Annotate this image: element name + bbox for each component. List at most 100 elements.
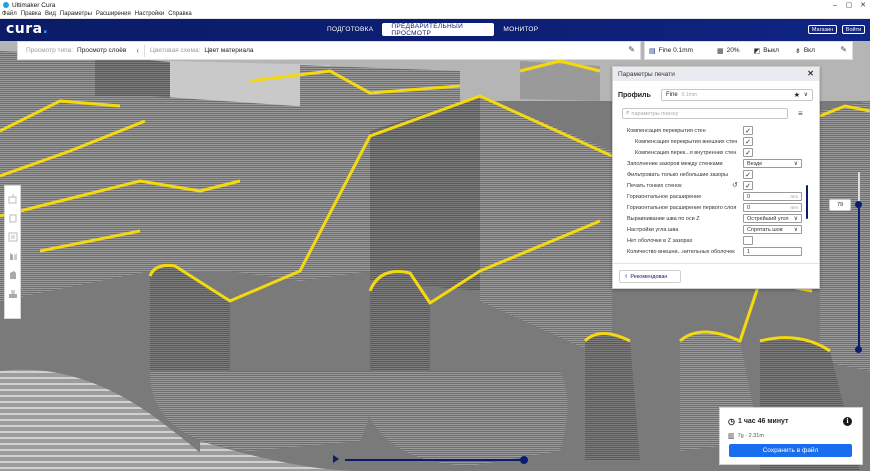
panel-title: Параметры печати xyxy=(618,70,675,78)
setting-number-input[interactable]: 0 mm xyxy=(743,192,802,201)
close-icon[interactable]: ✕ xyxy=(807,69,814,78)
settings-scrollbar[interactable] xyxy=(806,185,808,219)
setting-label: Компенсация перекрытия внешних стен xyxy=(635,138,738,145)
scale-tool-icon[interactable] xyxy=(6,211,19,224)
setting-row: Нет оболочки в Z зазорах xyxy=(613,235,803,246)
mirror-tool-icon[interactable] xyxy=(6,249,19,262)
setting-row: Заполнение зазоров между стенками Везде ∨ xyxy=(613,158,803,169)
rotate-tool-icon[interactable] xyxy=(6,230,19,243)
setting-checkbox[interactable]: ✓ xyxy=(743,170,753,179)
profile-dropdown[interactable]: Fine 0.1mm ★ ∨ xyxy=(661,89,813,101)
menu-settings[interactable]: Параметры xyxy=(60,11,92,17)
setting-number-input[interactable]: 0 mm xyxy=(743,203,802,212)
setting-row: Печать тонких стенок ↺ ✓ xyxy=(613,180,803,191)
marketplace-button[interactable]: Магазин xyxy=(808,25,837,34)
infill-value: 20% xyxy=(726,47,740,54)
tab-prepare[interactable]: ПОДГОТОВКА xyxy=(318,23,382,36)
setting-label: Горизонтальное расширение первого слоя xyxy=(627,204,737,211)
setting-checkbox[interactable]: ✓ xyxy=(743,137,753,146)
info-icon[interactable]: i xyxy=(843,417,852,426)
window-title: Ultimaker Cura xyxy=(12,1,56,9)
menu-icon[interactable]: ≡ xyxy=(798,109,803,118)
setting-checkbox[interactable] xyxy=(743,236,753,245)
save-to-file-button[interactable]: Сохранить в файл xyxy=(729,444,852,457)
support-icon: ◩ xyxy=(753,47,761,55)
support-blocker-icon[interactable] xyxy=(6,287,19,300)
chevron-down-icon: ∨ xyxy=(803,92,808,98)
profile-label: Профиль xyxy=(618,91,651,99)
layer-slider-range xyxy=(858,205,860,350)
chevron-down-icon: ∨ xyxy=(793,227,798,233)
chevron-left-icon[interactable]: ‹ xyxy=(136,46,139,55)
setting-row: Горизонтальное расширение 0 mm xyxy=(613,191,803,202)
setting-row: Компенсация перек...я внутренних стен ✓ xyxy=(613,147,803,158)
layer-number-input[interactable]: 79 xyxy=(829,199,851,211)
menu-help[interactable]: Справка xyxy=(168,11,192,17)
setting-unit: mm xyxy=(790,194,799,199)
divider xyxy=(144,44,146,57)
print-time: ◷ 1 час 46 минут xyxy=(728,417,788,426)
pencil-icon[interactable]: ✎ xyxy=(628,45,635,54)
menu-file[interactable]: Файл xyxy=(2,11,17,17)
signin-button[interactable]: Войти xyxy=(842,25,865,34)
view-type-label: Просмотр типа: xyxy=(26,47,74,54)
setting-label: Выравнивание шва по оси Z xyxy=(627,215,700,222)
setting-label: Компенсация перекрытия стен xyxy=(627,127,706,134)
menu-bar: Файл Правка Вид Параметры Расширения Нас… xyxy=(0,10,870,19)
path-slider-handle[interactable] xyxy=(520,456,528,464)
cura-app-icon xyxy=(3,2,9,8)
path-slider-track[interactable] xyxy=(345,459,525,461)
setting-checkbox[interactable]: ✓ xyxy=(743,181,753,190)
tab-monitor[interactable]: МОНИТОР xyxy=(494,23,547,36)
profile-row: Профиль Fine 0.1mm ★ ∨ xyxy=(618,89,814,101)
setting-row: Количество внешни...нительных оболочек 1 xyxy=(613,246,803,257)
setting-row: Фильтровать только небольшие зазоры ✓ xyxy=(613,169,803,180)
setting-dropdown-value: Спрятать шов xyxy=(747,226,783,233)
material-usage: ▥ 7g · 2.31m xyxy=(728,432,764,440)
layer-slider-upper-handle[interactable] xyxy=(855,201,862,208)
support-value: Выкл xyxy=(763,47,779,54)
setting-label: Фильтровать только небольшие зазоры xyxy=(627,171,729,178)
setting-row: Компенсация перекрытия стен ✓ xyxy=(613,125,803,136)
chevron-down-icon: ∨ xyxy=(793,161,798,167)
play-icon[interactable] xyxy=(333,455,339,463)
quality-icon: ▤ xyxy=(649,47,656,55)
settings-search-input[interactable]: ⌕ параметры поиску xyxy=(622,108,788,119)
setting-number-input[interactable]: 1 xyxy=(743,247,802,256)
star-icon[interactable]: ★ xyxy=(794,91,800,99)
search-icon: ⌕ xyxy=(626,110,630,116)
reset-icon[interactable]: ↺ xyxy=(732,181,738,189)
minimize-button[interactable]: – xyxy=(828,0,842,10)
material-value: 7g · 2.31m xyxy=(737,433,764,439)
menu-preferences[interactable]: Настройки xyxy=(135,11,164,17)
window-titlebar: Ultimaker Cura – ▢ ✕ xyxy=(0,0,870,10)
setting-checkbox[interactable]: ✓ xyxy=(743,126,753,135)
setting-label: Количество внешни...нительных оболочек xyxy=(627,248,735,255)
setting-dropdown-value: Острейший угол xyxy=(747,215,789,222)
menu-extensions[interactable]: Расширения xyxy=(96,11,131,17)
setting-dropdown[interactable]: Острейший угол ∨ xyxy=(743,214,802,223)
setting-dropdown[interactable]: Везде ∨ xyxy=(743,159,802,168)
settings-list: Компенсация перекрытия стен ✓ Компенсаци… xyxy=(613,125,813,265)
close-window-button[interactable]: ✕ xyxy=(856,0,870,10)
tab-preview[interactable]: ПРЕДВАРИТЕЛЬНЫЙ ПРОСМОТР xyxy=(382,23,495,37)
setting-label: Компенсация перек...я внутренних стен xyxy=(635,149,737,156)
setting-dropdown[interactable]: Спрятать шов ∨ xyxy=(743,225,802,234)
per-model-settings-icon[interactable] xyxy=(6,268,19,281)
quality-value: Fine 0.1mm xyxy=(658,47,693,54)
pencil-icon[interactable]: ✎ xyxy=(840,45,847,54)
move-tool-icon[interactable] xyxy=(6,192,19,205)
view-type-dropdown[interactable]: Просмотр слоёв xyxy=(77,47,126,54)
print-setup-summary[interactable]: ▤ Fine 0.1mm ▦ 20% ◩ Выкл ⇟ Вкл ✎ xyxy=(644,41,853,60)
menu-edit[interactable]: Правка xyxy=(21,11,41,17)
window-controls: – ▢ ✕ xyxy=(828,0,870,10)
color-scheme-dropdown[interactable]: Цвет материала xyxy=(204,47,253,54)
layer-slider-lower-handle[interactable] xyxy=(855,346,862,353)
recommended-button[interactable]: ‹ Рекомендован xyxy=(619,270,681,283)
spool-icon: ▥ xyxy=(728,433,735,440)
profile-sub: 0.1mm xyxy=(681,92,697,98)
print-output-panel: ◷ 1 час 46 минут i ▥ 7g · 2.31m Сохранит… xyxy=(719,407,863,465)
menu-view[interactable]: Вид xyxy=(45,11,56,17)
setting-checkbox[interactable]: ✓ xyxy=(743,148,753,157)
maximize-button[interactable]: ▢ xyxy=(842,0,856,10)
